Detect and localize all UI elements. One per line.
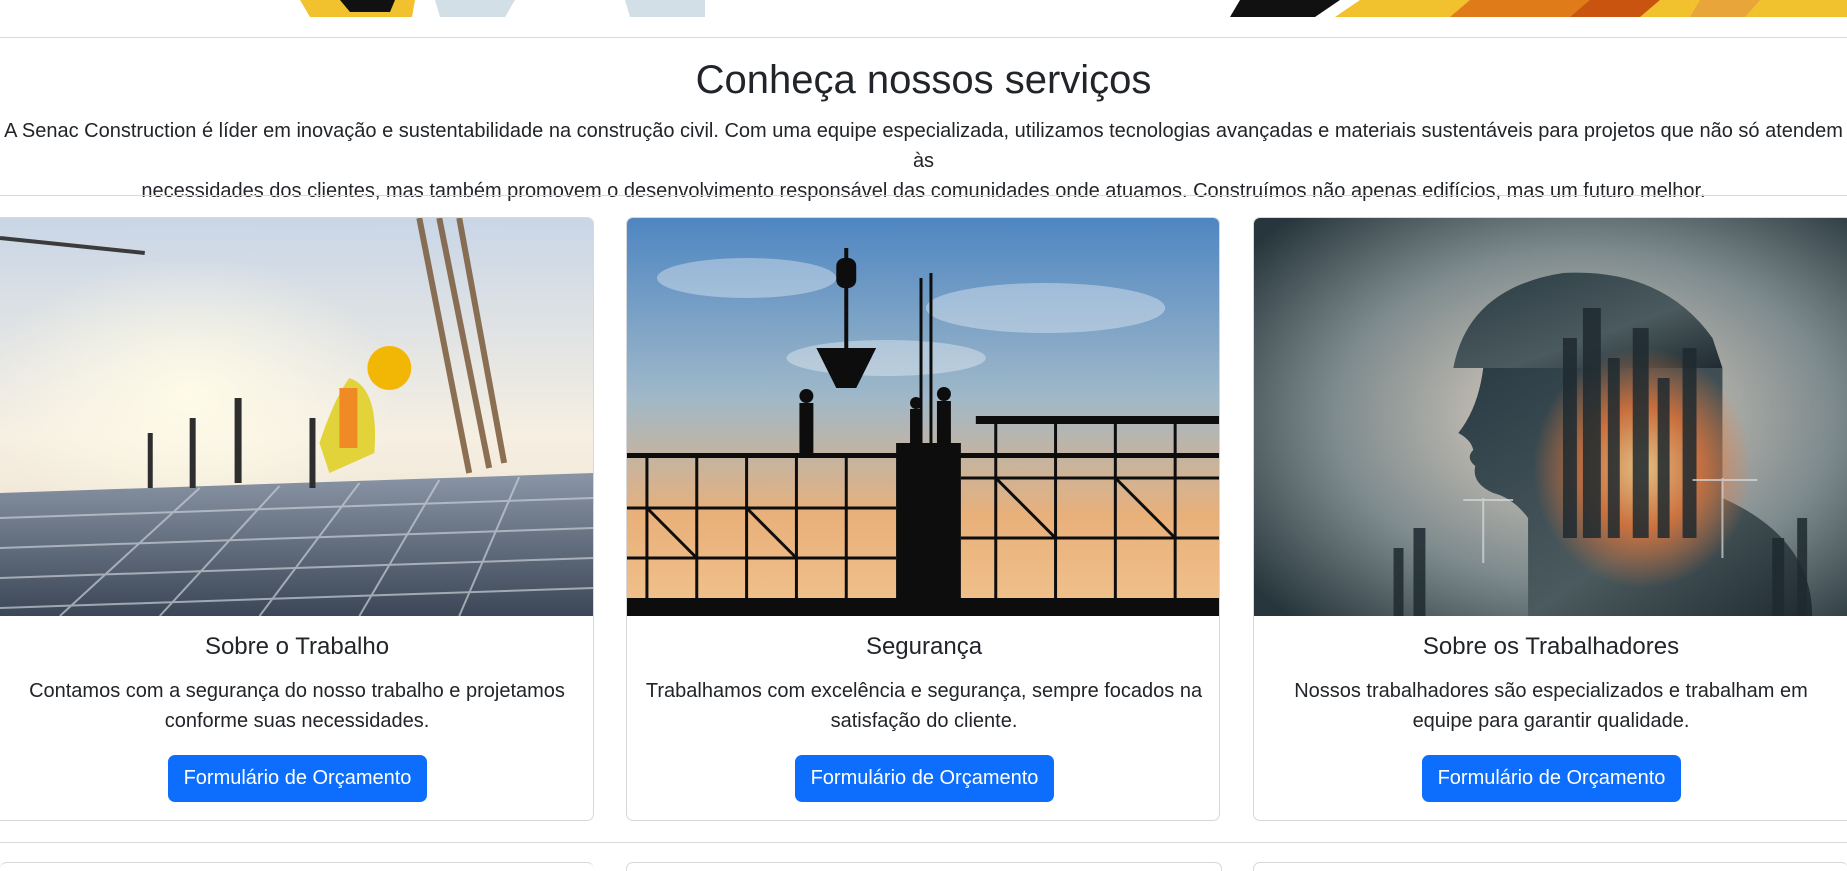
section-intro: A Senac Construction é líder em inovação… xyxy=(0,116,1847,206)
card-text-line-2: conforme suas necessidades. xyxy=(164,710,430,732)
service-card-workers: Sobre os Trabalhadores Nossos trabalhado… xyxy=(1253,217,1847,821)
card-text-line-1: Contamos com a segurança do nosso trabal… xyxy=(29,680,565,702)
card-text: Nossos trabalhadores são especializados … xyxy=(1254,676,1847,736)
card-text-line-1: Nossos trabalhadores são especializados … xyxy=(1294,680,1808,702)
card-title: Sobre o Trabalho xyxy=(204,633,390,660)
quote-form-button[interactable]: Formulário de Orçamento xyxy=(795,755,1054,802)
service-card-work: Sobre o Trabalho Contamos com a seguranç… xyxy=(0,217,594,821)
card-image-worker-city-profile xyxy=(1254,218,1847,616)
card-text-line-2: equipe para garantir qualidade. xyxy=(1412,710,1690,732)
intro-line-1: A Senac Construction é líder em inovação… xyxy=(4,120,1843,172)
quote-form-button[interactable]: Formulário de Orçamento xyxy=(168,755,427,802)
section-divider-top xyxy=(0,37,1847,38)
section-divider-middle xyxy=(0,195,1847,196)
card-title: Sobre os Trabalhadores xyxy=(1422,633,1680,660)
intro-line-2: necessidades dos clientes, mas também pr… xyxy=(141,180,1706,202)
card-image-construction-silhouette xyxy=(627,218,1219,616)
top-banner-image xyxy=(0,0,1847,17)
section-divider-bottom xyxy=(0,842,1847,843)
service-card-safety: Segurança Trabalhamos com excelência e s… xyxy=(626,217,1220,821)
card-image-construction-workers xyxy=(0,218,593,616)
card-text: Trabalhamos com excelência e segurança, … xyxy=(627,676,1219,736)
next-card-edge-1 xyxy=(0,862,594,871)
card-text: Contamos com a segurança do nosso trabal… xyxy=(0,676,593,736)
next-card-edge-2 xyxy=(626,862,1222,871)
card-text-line-2: satisfação do cliente. xyxy=(830,710,1018,732)
card-title: Segurança xyxy=(865,633,983,660)
card-text-line-1: Trabalhamos com excelência e segurança, … xyxy=(645,680,1203,702)
section-title: Conheça nossos serviços xyxy=(695,58,1152,102)
next-card-edge-3 xyxy=(1253,862,1847,871)
quote-form-button[interactable]: Formulário de Orçamento xyxy=(1422,755,1681,802)
